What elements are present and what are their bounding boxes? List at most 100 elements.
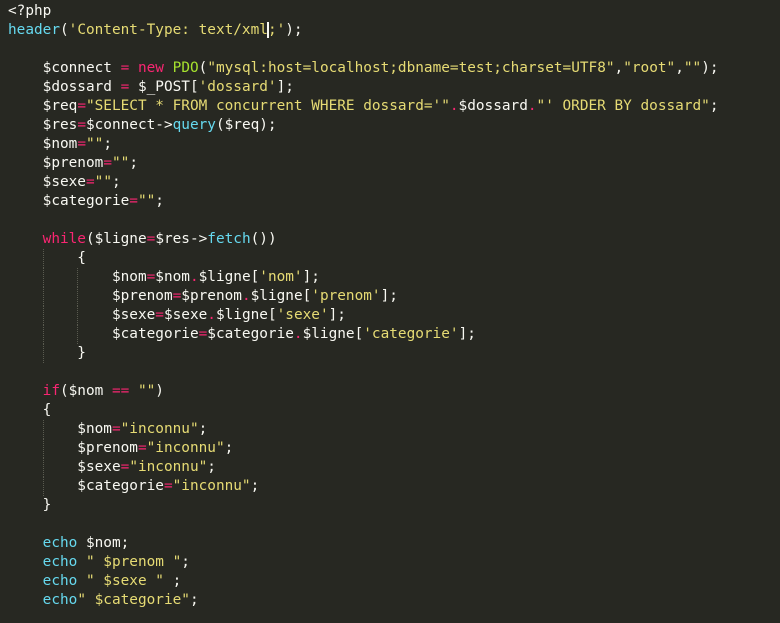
code-token: $prenom <box>8 155 104 171</box>
code-token: . <box>449 98 459 114</box>
code-token: = <box>85 174 95 190</box>
code-token: } <box>8 345 86 361</box>
code-token: ; <box>103 136 112 152</box>
code-token: ; <box>189 592 199 608</box>
code-line[interactable]: $categorie=""; <box>8 192 780 211</box>
code-token: " $categorie" <box>77 592 190 608</box>
code-line[interactable] <box>8 515 780 534</box>
code-line[interactable]: $nom="inconnu"; <box>8 420 780 439</box>
code-line[interactable]: $sexe="inconnu"; <box>8 458 780 477</box>
code-line[interactable]: $connect = new PDO("mysql:host=localhost… <box>8 59 780 78</box>
code-line[interactable]: $prenom=""; <box>8 154 780 173</box>
code-line[interactable]: echo " $prenom "; <box>8 553 780 572</box>
code-token: "mysql:host=localhost;dbname=test;charse… <box>207 60 615 76</box>
code-line[interactable]: header('Content-Type: text/xml;'); <box>8 21 780 40</box>
code-token: $dossard <box>8 79 121 95</box>
code-token: $categorie <box>8 478 164 494</box>
code-line[interactable]: echo " $sexe " ; <box>8 572 780 591</box>
code-token: 'prenom' <box>311 288 381 304</box>
code-token: "" <box>137 383 156 399</box>
code-token: = <box>120 459 130 475</box>
code-token: = <box>120 60 130 76</box>
code-line[interactable]: $categorie=$categorie.$ligne['categorie'… <box>8 325 780 344</box>
code-token: = <box>137 440 147 456</box>
code-line[interactable]: $req="SELECT * FROM concurrent WHERE dos… <box>8 97 780 116</box>
code-line[interactable]: $prenom=$prenom.$ligne['prenom']; <box>8 287 780 306</box>
code-line[interactable]: <?php <box>8 2 780 21</box>
indent-guide <box>42 306 44 325</box>
code-token: 'nom' <box>259 269 303 285</box>
code-line[interactable]: if($nom == "") <box>8 382 780 401</box>
code-token: query <box>172 117 216 133</box>
code-token: ]; <box>458 326 476 342</box>
code-token: ($nom <box>59 383 112 399</box>
code-token: ]; <box>328 307 346 323</box>
code-line[interactable]: $prenom="inconnu"; <box>8 439 780 458</box>
indent-guide <box>42 439 44 458</box>
code-token: = <box>77 117 86 133</box>
code-token: ); <box>701 60 719 76</box>
indent-guide <box>42 249 44 268</box>
code-token: ; <box>250 478 260 494</box>
code-line[interactable]: echo $nom; <box>8 534 780 553</box>
code-token: PDO <box>172 60 199 76</box>
code-token: ) <box>155 383 164 399</box>
indent-guide <box>42 458 44 477</box>
indent-guide <box>42 268 44 287</box>
code-token: header <box>8 22 60 38</box>
code-token: while <box>42 231 86 247</box>
code-token: ; <box>163 573 182 589</box>
code-line[interactable]: $sexe=""; <box>8 173 780 192</box>
code-token: " $sexe " <box>85 573 164 589</box>
code-token: $prenom <box>8 288 173 304</box>
indent-guide <box>77 325 79 344</box>
code-line[interactable] <box>8 40 780 59</box>
code-line[interactable]: $res=$connect->query($req); <box>8 116 780 135</box>
code-token: $ligne[ <box>198 269 260 285</box>
code-token: ; <box>181 554 190 570</box>
code-line[interactable] <box>8 363 780 382</box>
code-token: = <box>198 326 208 342</box>
code-token: 'Content-Type: text/xml <box>68 22 268 38</box>
code-editor[interactable]: <?php header('Content-Type: text/xml;'); … <box>0 0 780 623</box>
code-token: echo <box>42 592 78 608</box>
code-token: "' ORDER BY dossard" <box>536 98 710 114</box>
code-token: = <box>146 269 156 285</box>
code-token: $ligne[ <box>250 288 312 304</box>
indent-guide <box>42 325 44 344</box>
code-token: $connect-> <box>85 117 173 133</box>
code-token: 'dossard' <box>198 79 277 95</box>
code-line[interactable]: } <box>8 496 780 515</box>
code-line[interactable]: echo" $categorie"; <box>8 591 780 610</box>
code-line[interactable]: $nom=$nom.$ligne['nom']; <box>8 268 780 287</box>
code-token: $connect <box>8 60 121 76</box>
code-line[interactable]: $nom=""; <box>8 135 780 154</box>
code-line[interactable]: $sexe=$sexe.$ligne['sexe']; <box>8 306 780 325</box>
code-line[interactable]: while($ligne=$res->fetch()) <box>8 230 780 249</box>
code-line[interactable]: $categorie="inconnu"; <box>8 477 780 496</box>
code-token: $res <box>8 117 78 133</box>
code-token: "inconnu" <box>120 421 199 437</box>
code-token: ); <box>285 22 303 38</box>
code-token: echo <box>42 554 78 570</box>
code-line[interactable]: { <box>8 401 780 420</box>
code-line[interactable] <box>8 211 780 230</box>
code-token: $prenom <box>8 440 138 456</box>
code-token: $res-> <box>155 231 208 247</box>
code-token: = <box>103 155 112 171</box>
code-token: ; <box>709 98 719 114</box>
code-token: if <box>42 383 60 399</box>
code-line[interactable]: { <box>8 249 780 268</box>
code-line[interactable]: $dossard = $_POST['dossard']; <box>8 78 780 97</box>
code-token: echo <box>42 573 78 589</box>
code-token: $nom <box>155 269 190 285</box>
code-token: "" <box>137 193 156 209</box>
code-token: $categorie <box>8 326 199 342</box>
indent-guide <box>42 287 44 306</box>
code-token: { <box>8 250 86 266</box>
code-token: "inconnu" <box>129 459 208 475</box>
code-line[interactable]: } <box>8 344 780 363</box>
